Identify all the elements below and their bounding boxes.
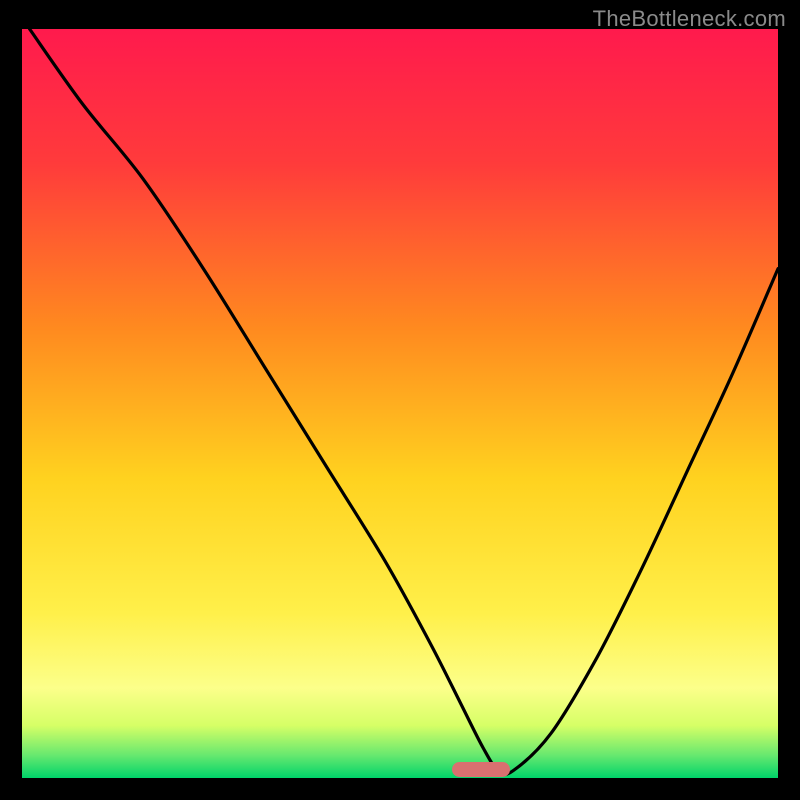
plot-area <box>22 29 778 778</box>
gradient-background <box>22 29 778 778</box>
optimal-marker <box>452 762 510 777</box>
chart-frame: TheBottleneck.com <box>0 0 800 800</box>
gradient-rect <box>22 29 778 778</box>
watermark-text: TheBottleneck.com <box>593 6 786 32</box>
